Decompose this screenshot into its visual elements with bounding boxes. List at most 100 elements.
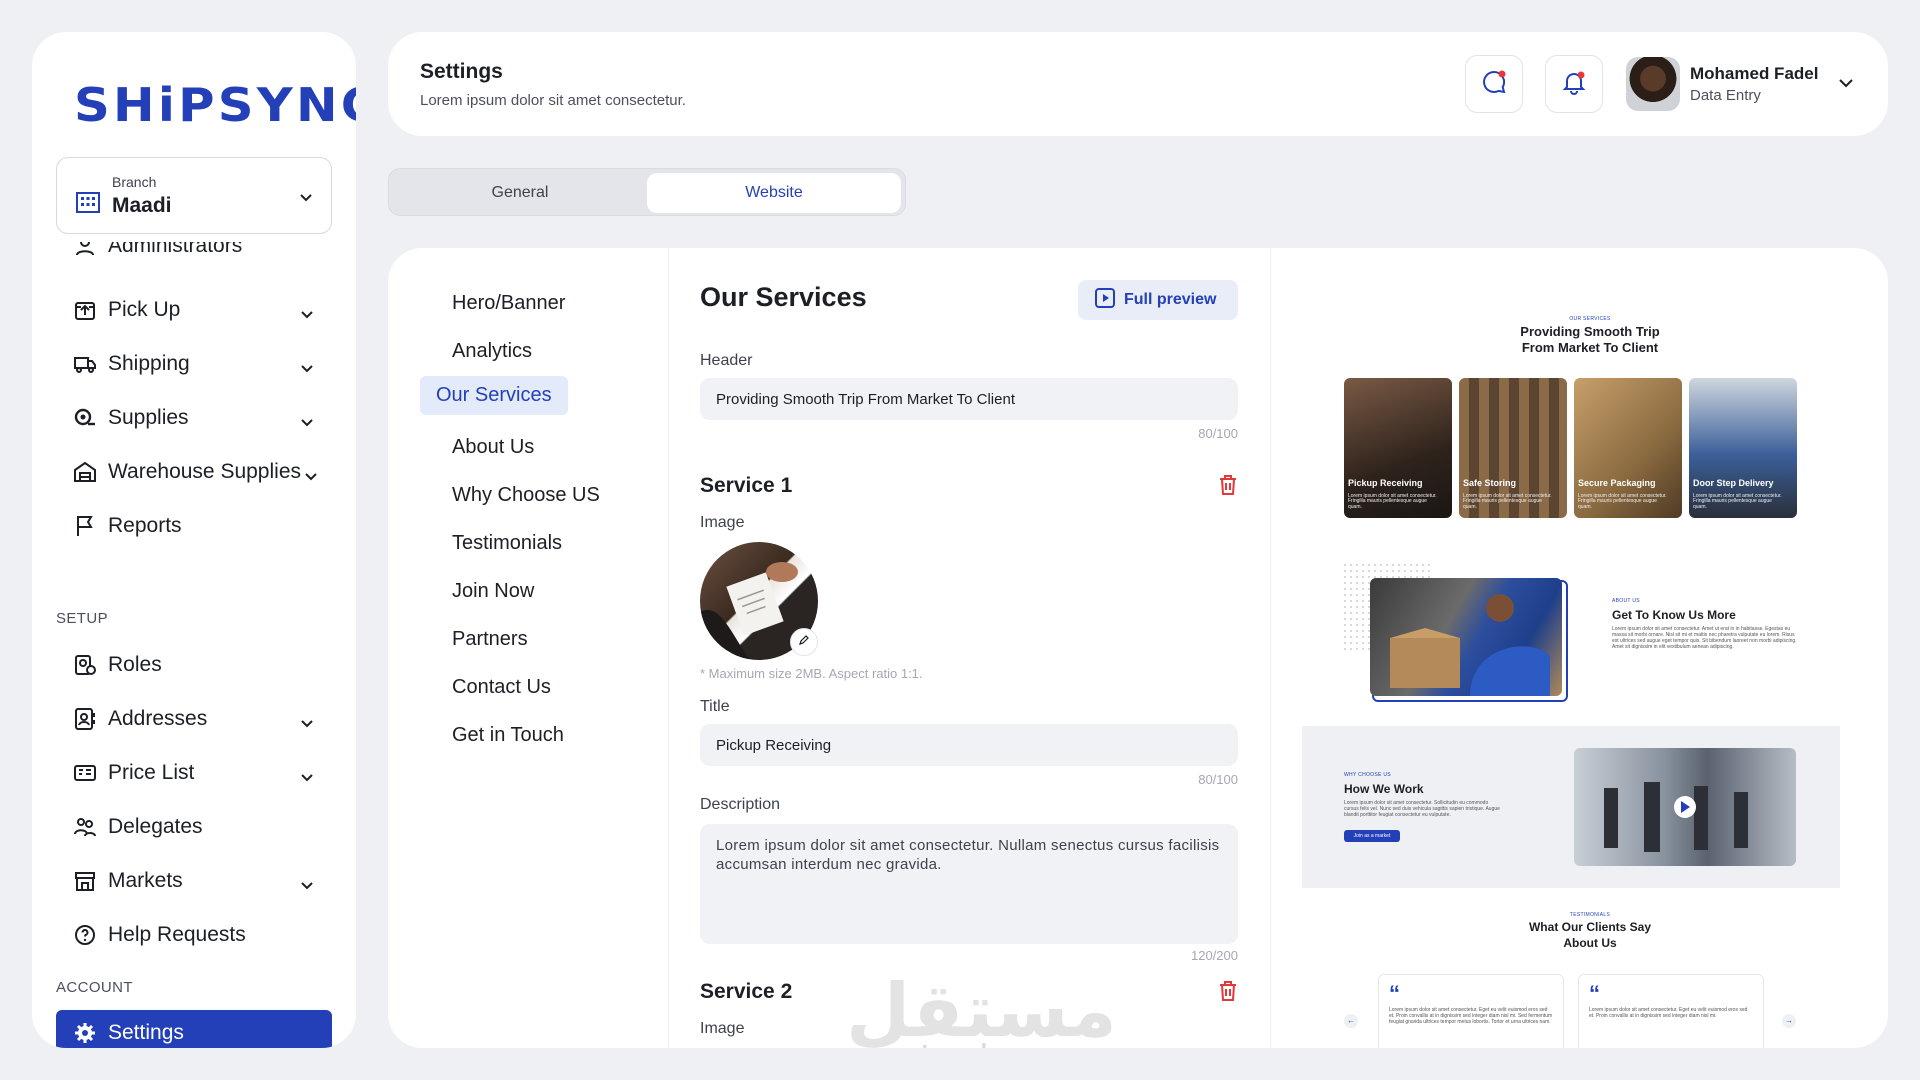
menu-item-partners[interactable]: Partners	[436, 620, 544, 659]
preview-card-title: Door Step Delivery	[1693, 478, 1774, 488]
preview-testimonial-body: Lorem ipsum dolor sit amet consectetur. …	[1589, 1007, 1748, 1019]
price-list-icon	[72, 760, 98, 786]
main-content: Hero/Banner Analytics Our Services About…	[388, 248, 1888, 1048]
chevron-down-icon[interactable]	[1838, 75, 1854, 93]
branch-selector[interactable]: Branch Maadi	[56, 157, 332, 234]
tab-general[interactable]: General	[393, 173, 647, 213]
sidebar-item-addresses[interactable]: Addresses	[72, 699, 332, 739]
setup-section-label: SETUP	[56, 610, 109, 627]
service-1-title-input[interactable]: Pickup Receiving	[700, 724, 1238, 766]
description-char-count: 120/200	[1191, 948, 1238, 963]
chevron-down-icon[interactable]	[300, 302, 314, 326]
sidebar-item-label: Reports	[108, 514, 182, 537]
sidebar-item-pick-up[interactable]: Pick Up	[72, 290, 332, 330]
preview-testimonials-title-2: About Us	[1563, 936, 1617, 950]
watermark-latin: mostaql.com	[844, 1038, 1077, 1048]
sidebar-item-supplies[interactable]: Supplies	[72, 398, 332, 438]
account-section-label: ACCOUNT	[56, 979, 133, 996]
menu-item-join-now[interactable]: Join Now	[436, 572, 550, 611]
header-char-count: 80/100	[1198, 426, 1238, 441]
preview-join-button: Join as a market	[1344, 830, 1400, 842]
preview-card: Secure Packaging Lorem ipsum dolor sit a…	[1574, 378, 1682, 518]
building-icon	[75, 190, 101, 219]
sidebar-item-help-requests[interactable]: Help Requests	[72, 915, 332, 955]
preview-why-tag: WHY CHOOSE US	[1344, 772, 1391, 778]
arrow-right-icon: →	[1782, 1014, 1796, 1028]
form-title: Our Services	[700, 282, 867, 312]
edit-image-button[interactable]	[790, 628, 818, 656]
preview-card-body: Lorem ipsum dolor sit amet consectetur. …	[1578, 492, 1667, 510]
chevron-down-icon[interactable]	[300, 873, 314, 897]
roles-icon	[72, 652, 98, 678]
chevron-down-icon[interactable]	[300, 765, 314, 789]
menu-item-our-services[interactable]: Our Services	[420, 376, 568, 415]
service-1-title-label: Title	[700, 698, 730, 715]
sidebar-item-label: Settings	[108, 1021, 184, 1044]
truck-icon	[72, 351, 98, 377]
sidebar-item-settings[interactable]: Settings	[56, 1010, 332, 1048]
sidebar-item-reports[interactable]: Reports	[72, 506, 332, 546]
trash-icon[interactable]	[1218, 980, 1238, 1007]
arrow-left-icon: ←	[1344, 1014, 1358, 1028]
menu-item-hero-banner[interactable]: Hero/Banner	[436, 284, 581, 323]
menu-item-why-choose-us[interactable]: Why Choose US	[436, 476, 616, 515]
top-header: Settings Lorem ipsum dolor sit amet cons…	[388, 32, 1888, 136]
sidebar-item-roles[interactable]: Roles	[72, 645, 332, 685]
sidebar-item-label: Warehouse Supplies	[108, 460, 301, 483]
app-logo: SHiPSYNC	[74, 78, 356, 132]
title-char-count: 80/100	[1198, 772, 1238, 787]
user-name: Mohamed Fadel	[1690, 64, 1819, 83]
menu-item-analytics[interactable]: Analytics	[436, 332, 548, 371]
menu-item-about-us[interactable]: About Us	[436, 428, 550, 467]
preview-card: Pickup Receiving Lorem ipsum dolor sit a…	[1344, 378, 1452, 518]
chevron-down-icon[interactable]	[304, 464, 318, 488]
menu-item-testimonials[interactable]: Testimonials	[436, 524, 578, 563]
service-2-heading: Service 2	[700, 980, 793, 1003]
sidebar-item-label: Pick Up	[108, 298, 181, 321]
bell-icon	[1561, 69, 1587, 100]
preview-about-title: Get To Know Us More	[1612, 608, 1736, 622]
sidebar-item-label: Shipping	[108, 352, 190, 375]
pencil-icon	[798, 633, 810, 651]
service-1-description-label: Description	[700, 796, 781, 813]
sidebar-item-label: Addresses	[108, 707, 208, 730]
preview-card-title: Pickup Receiving	[1348, 478, 1423, 488]
sidebar-item-shipping[interactable]: Shipping	[72, 344, 332, 384]
flag-icon	[72, 513, 98, 539]
sidebar-item-delegates[interactable]: Delegates	[72, 807, 332, 847]
service-1-heading: Service 1	[700, 474, 793, 497]
branch-value: Maadi	[112, 194, 172, 217]
preview-about-image	[1370, 578, 1562, 696]
messages-button[interactable]	[1465, 55, 1523, 113]
sidebar-item-markets[interactable]: Markets	[72, 861, 332, 901]
divider	[668, 248, 669, 1048]
header-input[interactable]: Providing Smooth Trip From Market To Cli…	[700, 378, 1238, 420]
sidebar-item-price-list[interactable]: Price List	[72, 753, 332, 793]
chevron-down-icon[interactable]	[300, 356, 314, 380]
preview-card-body: Lorem ipsum dolor sit amet consectetur. …	[1348, 492, 1437, 510]
sidebar-item-warehouse-supplies[interactable]: Warehouse Supplies	[72, 452, 332, 492]
full-preview-button[interactable]: Full preview	[1078, 280, 1238, 320]
service-1-description-textarea[interactable]: Lorem ipsum dolor sit amet consectetur. …	[700, 824, 1238, 944]
menu-item-contact-us[interactable]: Contact Us	[436, 668, 567, 707]
sidebar-item-administrators[interactable]: Administrators	[72, 242, 332, 266]
full-preview-label: Full preview	[1124, 291, 1217, 308]
chevron-down-icon[interactable]	[300, 711, 314, 735]
menu-item-get-in-touch[interactable]: Get in Touch	[436, 716, 580, 755]
preview-why-title: How We Work	[1344, 782, 1424, 796]
chevron-down-icon[interactable]	[300, 410, 314, 434]
notifications-button[interactable]	[1545, 55, 1603, 113]
tab-website[interactable]: Website	[647, 173, 901, 213]
sidebar: SHiPSYNC Branch Maadi Administrators Pic…	[32, 32, 356, 1048]
service-2-image-label: Image	[700, 1020, 745, 1037]
supplies-icon	[72, 405, 98, 431]
page-subtitle: Lorem ipsum dolor sit amet consectetur.	[420, 92, 686, 109]
chevron-down-icon[interactable]	[299, 190, 313, 208]
trash-icon[interactable]	[1218, 474, 1238, 501]
sidebar-item-label: Delegates	[108, 815, 203, 838]
avatar[interactable]	[1626, 57, 1680, 111]
preview-card: Safe Storing Lorem ipsum dolor sit amet …	[1459, 378, 1567, 518]
chat-icon	[1481, 69, 1507, 100]
preview-testimonial-body: Lorem ipsum dolor sit amet consectetur. …	[1389, 1007, 1553, 1025]
delegates-icon	[72, 814, 98, 840]
